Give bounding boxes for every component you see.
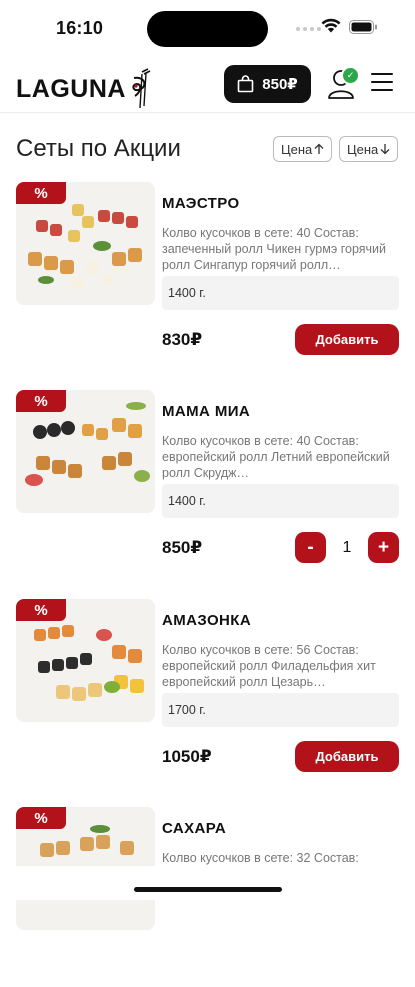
shopping-bag-icon (237, 75, 254, 93)
product-name: МАМА МИА (162, 403, 251, 420)
promo-badge: % (16, 807, 66, 829)
product-image[interactable]: % (16, 182, 155, 305)
arrow-up-icon (314, 143, 324, 154)
product-description: Колво кусочков в сете: 56 Состав: европе… (162, 643, 376, 689)
status-time: 16:10 (56, 18, 104, 38)
promo-badge: % (16, 182, 66, 204)
product-price: 830₽ (162, 330, 203, 349)
product-card: % МАМА МИА Колво кусочков в сете: 40 Сос… (16, 390, 399, 570)
app-header: LAGUNA 850₽ ✓ (0, 56, 415, 113)
status-bar: 16:10 (0, 0, 415, 56)
product-name: МАЭСТРО (162, 195, 240, 212)
hamburger-menu-icon[interactable] (371, 73, 393, 93)
page-title: Сеты по Акции (16, 135, 181, 162)
product-weight: 1400 г. (162, 484, 399, 518)
add-to-cart-button[interactable]: Добавить (295, 741, 399, 772)
product-card: % МАЭСТРО Колво кусочков в сете: 40 Сост… (16, 182, 399, 362)
promo-badge: % (16, 390, 66, 412)
dynamic-island (147, 11, 268, 47)
sort-desc-label: Цена (347, 141, 379, 157)
bottom-safe-area (0, 866, 415, 900)
product-description: Колво кусочков в сете: 40 Состав: европе… (162, 434, 390, 480)
product-price: 1050₽ (162, 747, 212, 766)
battery-icon (349, 20, 377, 34)
sort-price-descending-button[interactable]: Цена (339, 136, 399, 162)
home-indicator[interactable] (134, 887, 282, 892)
product-name: АМАЗОНКА (162, 612, 252, 629)
decrease-quantity-button[interactable]: - (295, 532, 326, 563)
promo-badge: % (16, 599, 66, 621)
increase-quantity-button[interactable]: + (368, 532, 399, 563)
product-price: 850₽ (162, 538, 203, 557)
product-image[interactable]: % (16, 390, 155, 513)
verified-check-icon: ✓ (341, 66, 360, 85)
arrow-down-icon (380, 144, 390, 155)
sort-price-ascending-button[interactable]: Цена (273, 136, 333, 162)
product-weight: 1400 г. (162, 276, 399, 310)
logo-text: LAGUNA (16, 74, 126, 103)
quantity-value: 1 (342, 538, 352, 556)
cellular-signal-icon (296, 27, 321, 31)
add-to-cart-button[interactable]: Добавить (295, 324, 399, 355)
sort-asc-label: Цена (281, 141, 313, 157)
product-image[interactable]: % (16, 599, 155, 722)
logo-mark-icon (132, 68, 151, 109)
laguna-logo[interactable]: LAGUNA (16, 68, 154, 110)
product-name: САХАРА (162, 820, 227, 837)
quantity-stepper: - 1 + (295, 532, 399, 563)
cart-button[interactable]: 850₽ (224, 65, 311, 103)
product-card: % АМАЗОНКА Колво кусочков в сете: 56 Сос… (16, 599, 399, 779)
product-weight: 1700 г. (162, 693, 399, 727)
product-description: Колво кусочков в сете: 40 Состав: запече… (162, 226, 386, 272)
cart-total: 850₽ (262, 76, 298, 93)
wifi-icon (321, 18, 341, 33)
